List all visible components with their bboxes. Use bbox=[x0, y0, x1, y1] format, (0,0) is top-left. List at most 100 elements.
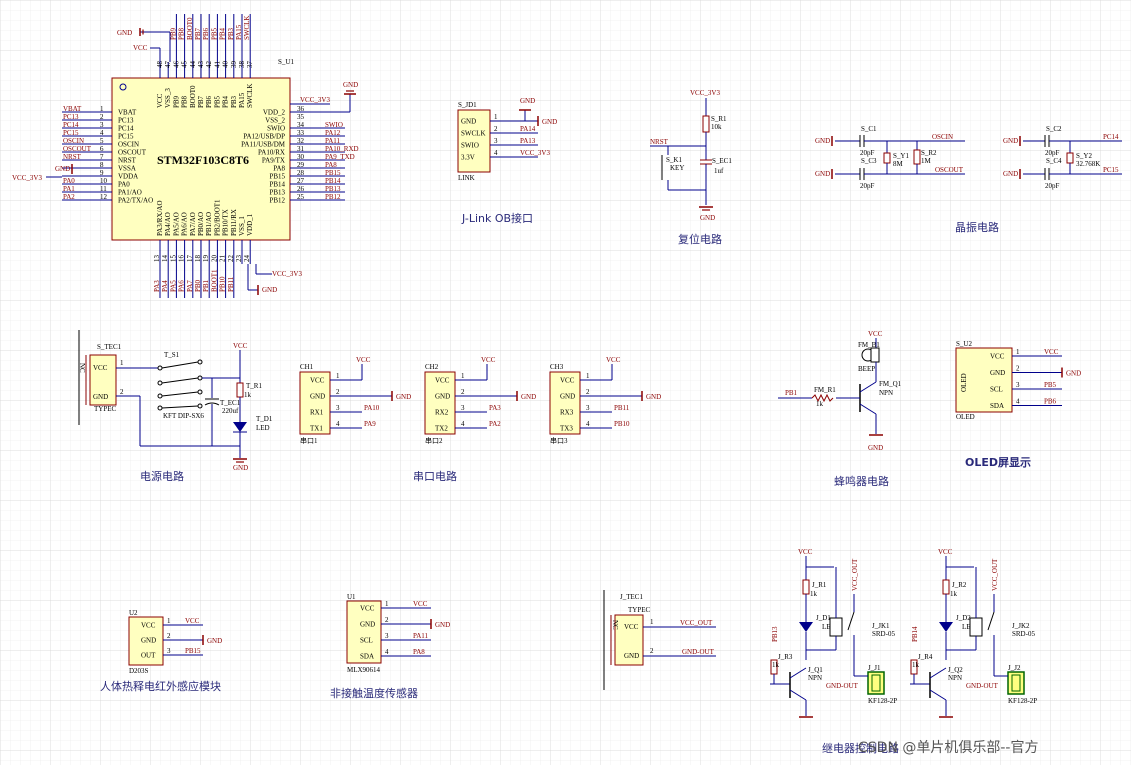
bz-gnd: GND bbox=[868, 444, 883, 452]
buzzer-title: 蜂鸣器电路 bbox=[834, 474, 889, 488]
mcu-pin-net: PA12 bbox=[325, 129, 341, 137]
xtal-y2-label: S_Y2 bbox=[1076, 152, 1092, 160]
serial-pin-name: TX2 bbox=[435, 425, 448, 433]
pir-des: U2 bbox=[129, 609, 138, 617]
mcu-pin-name: PA6/AO bbox=[181, 212, 189, 236]
pwr-cap: T_EC1 bbox=[220, 399, 241, 407]
serial-tx-net: PA2 bbox=[489, 420, 501, 428]
header-pin-num: 2 bbox=[1016, 365, 1020, 373]
serial-pin-num: 4 bbox=[586, 420, 590, 428]
xtal-c4-val: 20pF bbox=[1045, 182, 1060, 190]
mcu-pin-name: PB10/TX bbox=[222, 209, 230, 236]
jlink-designator: S_JD1 bbox=[458, 101, 477, 109]
mcu-pin-num: 21 bbox=[219, 255, 227, 263]
mcu-pin-name: PB15 bbox=[269, 173, 285, 181]
header-pin-net: PB15 bbox=[185, 647, 201, 655]
bz-r: FM_R1 bbox=[814, 386, 836, 394]
mcu-pin-num: 16 bbox=[178, 255, 186, 263]
jlink-footer: LINK bbox=[458, 174, 475, 182]
mcu-pin-name: PA15 bbox=[238, 92, 246, 108]
pwr-vcc-pin: VCC bbox=[93, 364, 108, 372]
bottom-gnd-label: GND bbox=[262, 286, 277, 294]
power-title: 电源电路 bbox=[140, 469, 184, 483]
serial-vcc: VCC bbox=[481, 356, 496, 364]
top-gnd-label: GND bbox=[117, 29, 132, 37]
mcu-pin-net: PA11 bbox=[325, 137, 341, 145]
header-pin-net: GND bbox=[1066, 370, 1081, 378]
mcu-pin-num: 1 bbox=[100, 105, 104, 113]
relay-conn: KF128-2P bbox=[868, 697, 897, 705]
mcu-pin-name: VSSA bbox=[118, 165, 136, 173]
mcu-pin-num: 10 bbox=[100, 177, 108, 185]
mcu-pin-name: PB8 bbox=[181, 95, 189, 108]
serial-title: 串口电路 bbox=[413, 470, 457, 483]
mcu-pin-net: PA15 bbox=[235, 24, 243, 40]
relay-vcc: VCC bbox=[798, 548, 813, 556]
xtal-pc14: PC14 bbox=[1103, 133, 1119, 141]
mcu-pin-net: SWCLK bbox=[243, 15, 251, 40]
mcu-pin-num: 34 bbox=[297, 121, 305, 129]
jlink-title: J-Link OB接口 bbox=[461, 212, 533, 225]
mcu-pin-net: PA10_RXD bbox=[325, 145, 359, 153]
serial-pin-num: 1 bbox=[461, 372, 465, 380]
relay-r1-label: J_R1 bbox=[812, 581, 827, 589]
mcu-pin-net: PB1 bbox=[202, 279, 210, 292]
relay-j: J_J2 bbox=[1008, 664, 1021, 672]
mcu-pin-name: PA7/AO bbox=[189, 212, 197, 236]
header-pin-name: SDA bbox=[990, 402, 1004, 410]
relay-r1-label: J_R2 bbox=[952, 581, 967, 589]
mcu-pin-num: 19 bbox=[202, 255, 210, 263]
header-pin-net: PA13 bbox=[520, 137, 536, 145]
mcu-pin-num: 29 bbox=[297, 161, 305, 169]
header-pin-name: VCC bbox=[141, 622, 156, 630]
watermark: CSDN @单片机俱乐部--官方 bbox=[858, 740, 1038, 756]
mcu-pin-num: 31 bbox=[297, 145, 305, 153]
serial-pin-name: GND bbox=[435, 393, 450, 401]
pwr-type: TYPEC bbox=[94, 405, 117, 413]
serial-tx-net: PA9 bbox=[364, 420, 376, 428]
mcu-pin-name: PC13 bbox=[118, 117, 134, 125]
bz-q-val: NPN bbox=[879, 389, 893, 397]
serial-pin-name: TX1 bbox=[310, 425, 323, 433]
mcu-pin-num: 7 bbox=[100, 153, 104, 161]
tco-pin1: 1 bbox=[650, 618, 654, 626]
mcu-pin-name: PB2/BOOT1 bbox=[213, 199, 221, 236]
tco-vcc-net: VCC_OUT bbox=[680, 619, 713, 627]
header-pin-num: 1 bbox=[167, 617, 171, 625]
mcu-pin-name: VDD_1 bbox=[246, 213, 254, 236]
mcu-pin-num: 2 bbox=[100, 113, 104, 121]
mcu-pin-num: 33 bbox=[297, 129, 305, 137]
header-pin-net: GND bbox=[207, 637, 222, 645]
mcu-pin-num: 11 bbox=[100, 185, 107, 193]
mcu-pin-net: NRST bbox=[63, 153, 82, 161]
pwr-gnd: GND bbox=[233, 464, 248, 472]
mcu-pin-net: PB8 bbox=[178, 27, 186, 40]
serial-gnd: GND bbox=[396, 393, 411, 401]
header-pin-name: VCC bbox=[990, 353, 1005, 361]
xtal-c4: S_C4 bbox=[1046, 157, 1062, 165]
header-pin-net: VCC_3V3 bbox=[520, 149, 550, 157]
top-vcc-label: VCC bbox=[133, 44, 148, 52]
mcu-pin-num: 6 bbox=[100, 145, 104, 153]
mcu-pin-num: 40 bbox=[222, 61, 230, 69]
mcu-pin-name: PC14 bbox=[118, 125, 134, 133]
pwr-nc: NC bbox=[78, 363, 86, 373]
mcu-pin-num: 41 bbox=[213, 61, 221, 69]
header-pin-num: 1 bbox=[494, 113, 498, 121]
mcu-pin-name: PB4 bbox=[222, 95, 230, 108]
serial-pin-name: GND bbox=[560, 393, 575, 401]
mcu-pin-num: 35 bbox=[297, 113, 305, 121]
mcu-pin-net: PA5 bbox=[169, 280, 177, 292]
mcu-pin-name: PB5 bbox=[213, 95, 221, 108]
tco-type: TYPEC bbox=[628, 606, 651, 614]
pwr-tec: S_TEC1 bbox=[97, 343, 122, 351]
relay-coil bbox=[969, 617, 983, 637]
serial-rx-net: PB11 bbox=[614, 404, 630, 412]
mcu-pin-name: PB6 bbox=[205, 95, 213, 108]
mcu-pin-name: PA5/AO bbox=[172, 212, 180, 236]
mcu-pin-name: OSCIN bbox=[118, 141, 139, 149]
header-pin-net: PA8 bbox=[413, 648, 425, 656]
serial-pin-name: GND bbox=[310, 393, 325, 401]
mcu-pin-num: 32 bbox=[297, 137, 305, 145]
right-gnd-label: GND bbox=[343, 81, 358, 89]
